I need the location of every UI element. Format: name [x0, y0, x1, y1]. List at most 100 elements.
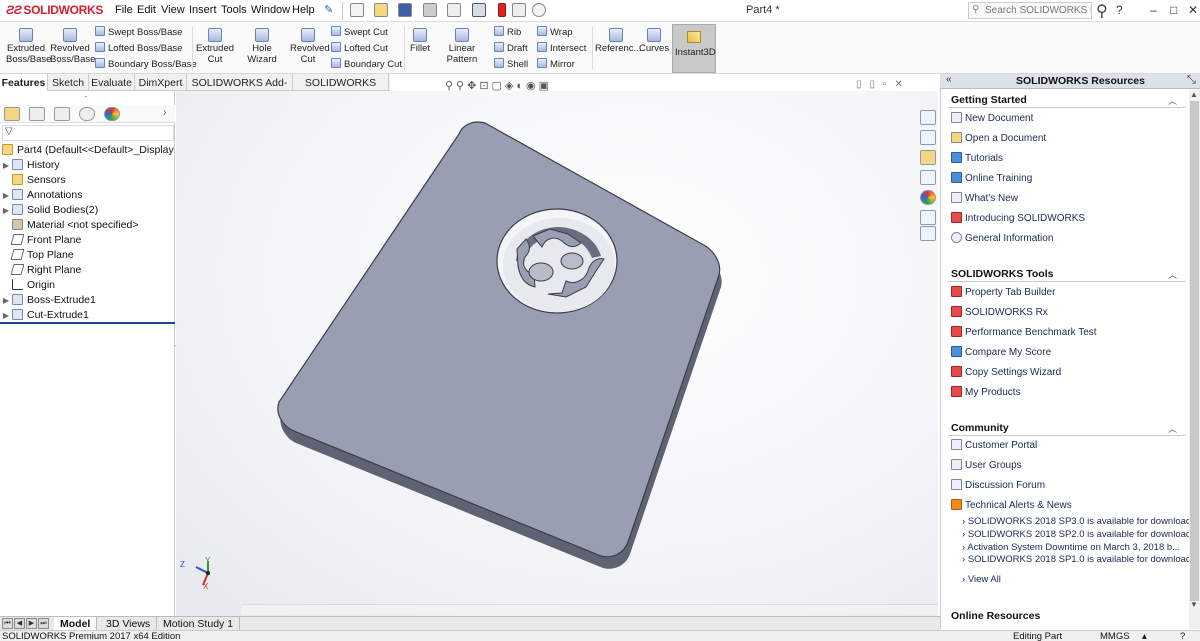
news-item[interactable]: › SOLIDWORKS 2018 SP1.0 is available for… — [962, 554, 1191, 565]
extruded-cut-button[interactable]: Extruded Cut — [196, 26, 234, 65]
part-model[interactable] — [176, 91, 938, 616]
property-manager-tab-icon[interactable] — [29, 107, 45, 121]
hole-wizard-button[interactable]: Hole Wizard — [237, 26, 287, 65]
tab-motion-study[interactable]: Motion Study 1 — [157, 617, 241, 631]
link-copy-settings-wizard[interactable]: Copy Settings Wizard — [951, 366, 1061, 378]
link-discussion-forum[interactable]: Discussion Forum — [951, 479, 1045, 491]
intersect-button[interactable]: Intersect — [537, 42, 586, 54]
chevron-up-icon[interactable]: ︿ — [1168, 94, 1177, 107]
search-input[interactable] — [969, 3, 1091, 18]
swept-cut-button[interactable]: Swept Cut — [331, 26, 388, 38]
link-customer-portal[interactable]: Customer Portal — [951, 439, 1037, 451]
tree-item-annotations[interactable]: ▶ Annotations — [0, 189, 82, 204]
previous-tab-icon[interactable]: ◀ — [14, 618, 25, 629]
draft-button[interactable]: Draft — [494, 42, 528, 54]
pin-pane-icon[interactable]: ⤡ — [1187, 74, 1196, 87]
revolved-boss-button[interactable]: Revolved Boss/Base — [50, 26, 95, 65]
menu-window[interactable]: Window — [251, 4, 290, 16]
rollback-bar[interactable] — [0, 322, 175, 324]
help-dropdown-icon[interactable]: ? — [1116, 3, 1123, 17]
reference-geometry-button[interactable]: Referenc... — [595, 26, 641, 54]
section-community[interactable]: Community — [951, 422, 1009, 434]
swept-boss-button[interactable]: Swept Boss/Base — [95, 26, 182, 38]
status-units[interactable]: MMGS — [1100, 631, 1130, 641]
rebuild-icon[interactable] — [498, 3, 506, 17]
undo-icon[interactable] — [447, 3, 461, 17]
display-manager-tab-icon[interactable] — [104, 107, 120, 121]
view-palette-icon[interactable] — [920, 170, 936, 185]
search-icon[interactable]: ⚲ — [1096, 1, 1108, 21]
rib-button[interactable]: Rib — [494, 26, 521, 38]
tree-item-material[interactable]: Material <not specified> — [0, 219, 138, 234]
scroll-down-icon[interactable]: ▼ — [1190, 600, 1198, 609]
tree-filter[interactable]: ▽ — [2, 125, 174, 141]
link-whats-new[interactable]: What's New — [951, 192, 1018, 204]
graphics-horizontal-scrollbar[interactable] — [242, 604, 938, 615]
news-item[interactable]: › SOLIDWORKS 2018 SP2.0 is available for… — [962, 529, 1191, 540]
tab-model[interactable]: Model — [54, 617, 98, 631]
expand-arrow-icon[interactable]: ▶ — [0, 296, 12, 305]
minimize-icon[interactable]: – — [1150, 3, 1157, 17]
link-view-all[interactable]: › View All — [962, 574, 1001, 585]
link-property-tab-builder[interactable]: Property Tab Builder — [951, 286, 1055, 298]
heads-up-view-toolbar[interactable]: ⚲⚲✥⊡▢◈◐◉▣ — [445, 79, 552, 92]
tab-sketch[interactable]: Sketch — [48, 74, 89, 91]
panel-grip-icon[interactable]: ⠂ — [84, 93, 90, 102]
boundary-boss-button[interactable]: Boundary Boss/Base — [95, 58, 197, 70]
dimxpert-manager-tab-icon[interactable] — [79, 107, 95, 121]
fillet-button[interactable]: Fillet — [408, 26, 432, 54]
link-benchmark-test[interactable]: Performance Benchmark Test — [951, 326, 1097, 338]
print-icon[interactable] — [423, 3, 437, 17]
restore-icon[interactable]: □ — [1170, 3, 1177, 17]
mirror-button[interactable]: Mirror — [537, 58, 575, 70]
status-help-icon[interactable]: ? — [1180, 631, 1185, 641]
tree-item-front-plane[interactable]: Front Plane — [0, 234, 81, 249]
link-user-groups[interactable]: User Groups — [951, 459, 1022, 471]
tab-mbd[interactable]: SOLIDWORKS MBD — [293, 74, 389, 101]
collapse-pane-icon[interactable]: « — [946, 74, 952, 85]
link-tutorials[interactable]: Tutorials — [951, 152, 1003, 164]
custom-properties-icon[interactable] — [920, 210, 936, 225]
lofted-cut-button[interactable]: Lofted Cut — [331, 42, 388, 54]
link-compare-score[interactable]: Compare My Score — [951, 346, 1051, 358]
section-getting-started[interactable]: Getting Started — [951, 94, 1027, 106]
expand-arrow-icon[interactable]: ▶ — [0, 311, 12, 320]
select-icon[interactable] — [472, 3, 486, 17]
design-library-icon[interactable] — [920, 130, 936, 145]
link-new-document[interactable]: New Document — [951, 112, 1033, 124]
lofted-boss-button[interactable]: Lofted Boss/Base — [95, 42, 182, 54]
graphics-area[interactable] — [176, 91, 938, 616]
boundary-cut-button[interactable]: Boundary Cut — [331, 58, 402, 70]
section-solidworks-tools[interactable]: SOLIDWORKS Tools — [951, 268, 1053, 280]
link-online-training[interactable]: Online Training — [951, 172, 1032, 184]
configuration-manager-tab-icon[interactable] — [54, 107, 70, 121]
first-tab-icon[interactable]: ⏮ — [2, 618, 13, 629]
last-tab-icon[interactable]: ⏭ — [38, 618, 49, 629]
menu-tools[interactable]: Tools — [221, 4, 247, 16]
link-introducing-solidworks[interactable]: Introducing SOLIDWORKS — [951, 212, 1085, 224]
linear-pattern-button[interactable]: Linear Pattern — [433, 26, 491, 65]
wrap-button[interactable]: Wrap — [537, 26, 573, 38]
appearances-icon[interactable] — [920, 190, 936, 205]
home-icon[interactable] — [920, 110, 936, 125]
tree-item-right-plane[interactable]: Right Plane — [0, 264, 81, 279]
resources-scroll-thumb[interactable] — [1190, 101, 1199, 601]
chevron-up-icon[interactable]: ︿ — [1168, 422, 1177, 435]
link-solidworks-rx[interactable]: SOLIDWORKS Rx — [951, 306, 1048, 318]
file-properties-icon[interactable] — [512, 3, 526, 17]
tab-features[interactable]: Features — [0, 74, 48, 91]
tab-dimxpert[interactable]: DimXpert — [135, 74, 187, 91]
shell-button[interactable]: Shell — [494, 58, 528, 70]
tree-item-solid-bodies[interactable]: ▶ Solid Bodies(2) — [0, 204, 98, 219]
file-explorer-icon[interactable] — [920, 150, 936, 165]
units-dropdown-icon[interactable]: ▴ — [1142, 631, 1147, 641]
tree-item-origin[interactable]: Origin — [0, 279, 55, 294]
menu-file[interactable]: File — [115, 4, 133, 16]
open-icon[interactable] — [374, 3, 388, 17]
new-document-icon[interactable] — [350, 3, 364, 17]
solidworks-logo[interactable]: ƧƧ SOLIDWORKS — [6, 3, 103, 17]
link-general-information[interactable]: General Information — [951, 232, 1053, 244]
news-item[interactable]: › Activation System Downtime on March 3,… — [962, 542, 1180, 553]
revolved-cut-button[interactable]: Revolved Cut — [290, 26, 330, 65]
curves-button[interactable]: Curves — [639, 26, 669, 54]
